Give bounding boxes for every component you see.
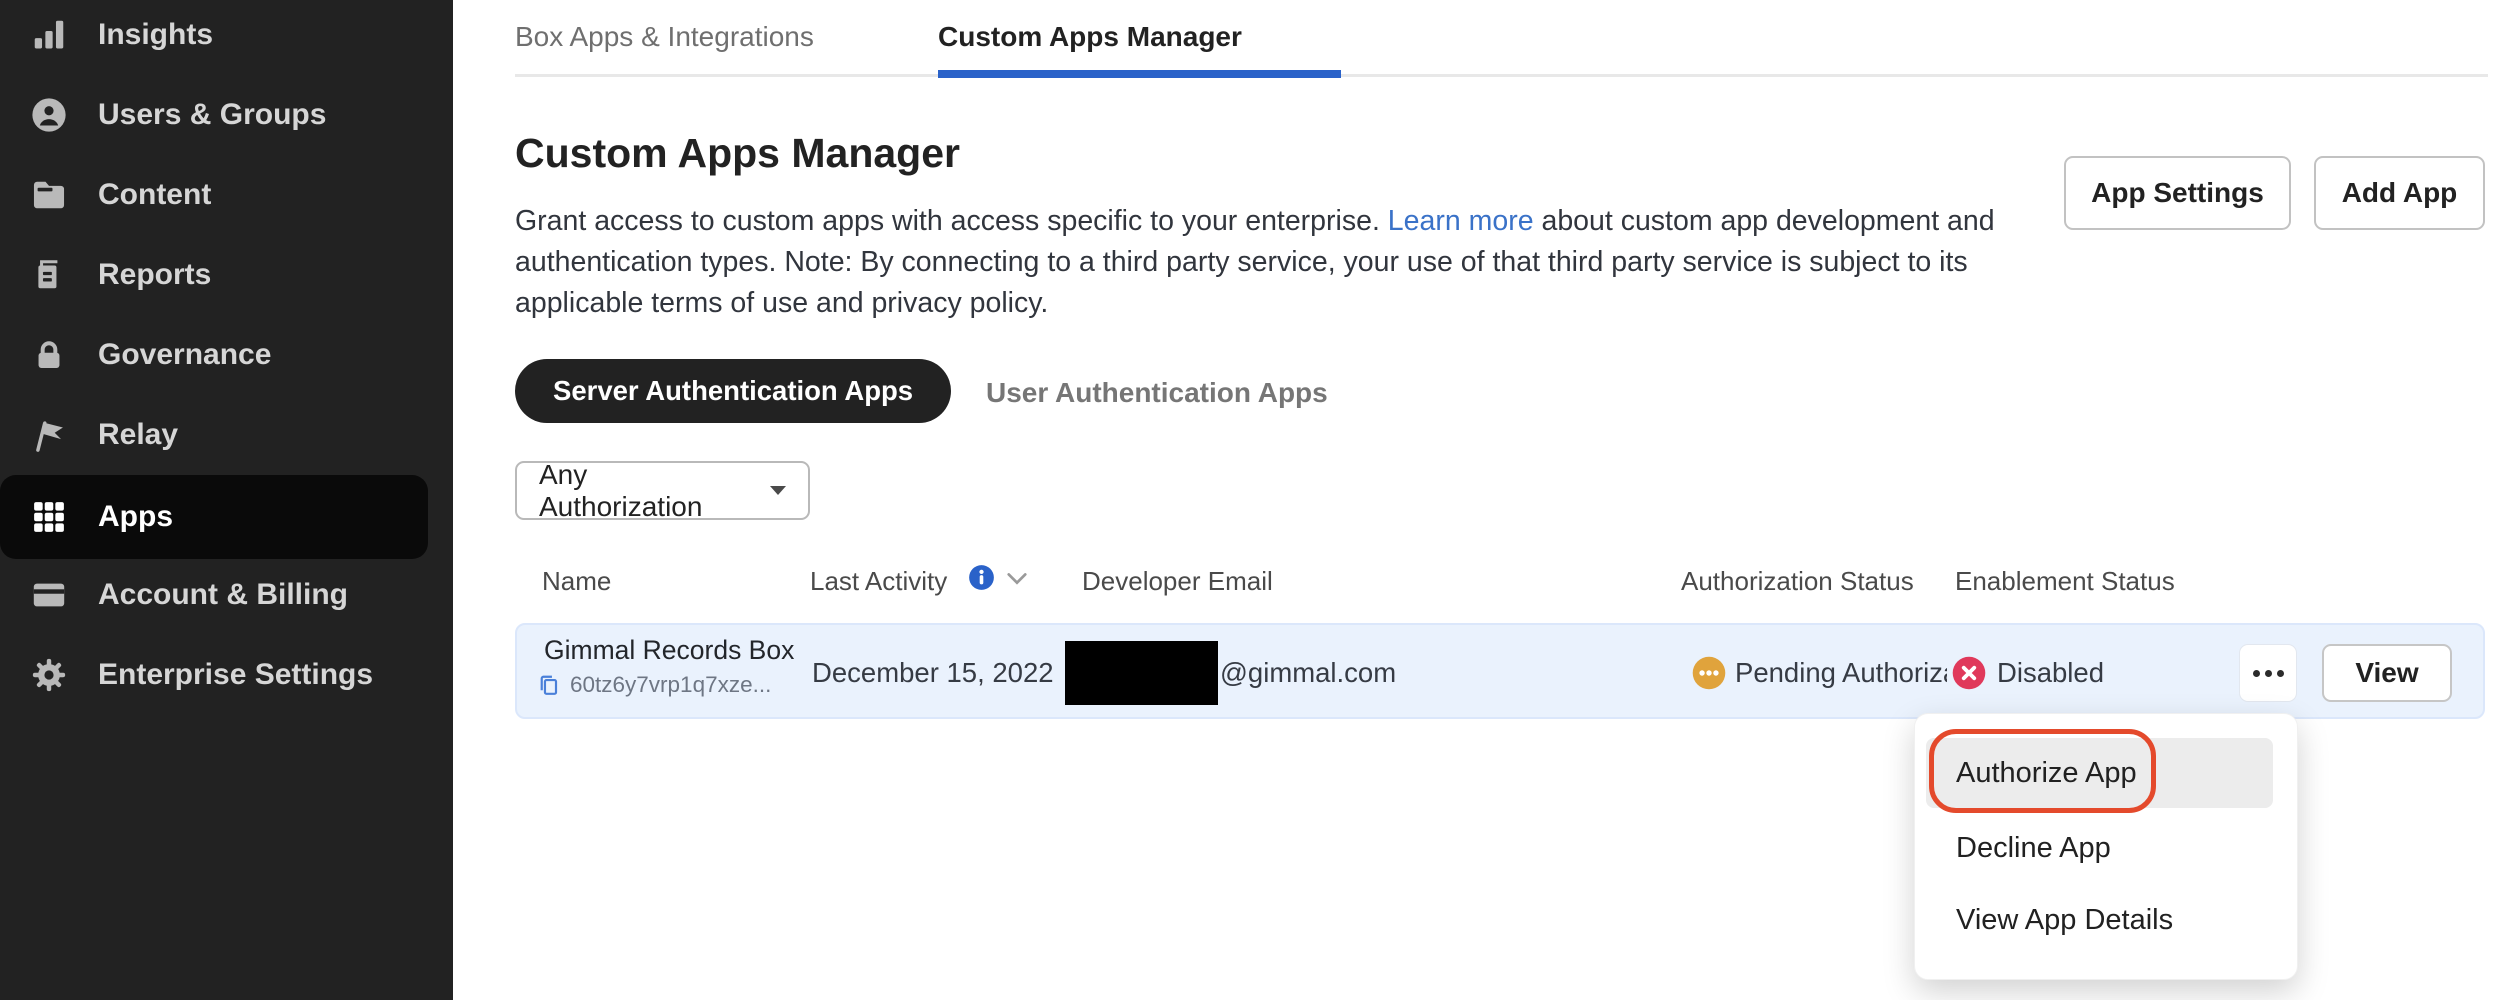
page-description: Grant access to custom apps with access … <box>515 201 1995 324</box>
column-header-name: Name <box>542 566 611 597</box>
add-app-button[interactable]: Add App <box>2314 156 2485 230</box>
active-tab-underline <box>938 70 1341 78</box>
row-actions-menu: Authorize App Decline App View App Detai… <box>1914 713 2298 980</box>
sidebar-item-label: Insights <box>98 18 213 52</box>
sidebar-item-label: Apps <box>98 500 173 534</box>
enablement-status-cell: Disabled <box>1952 625 2104 721</box>
sidebar-item-label: Account & Billing <box>98 578 348 612</box>
tabbar-divider <box>515 74 2488 77</box>
column-header-enablement-status: Enablement Status <box>1955 566 2175 597</box>
sidebar-item-insights[interactable]: Insights <box>0 0 453 75</box>
flag-icon <box>30 416 68 454</box>
row-actions-ellipsis-button[interactable] <box>2239 644 2297 702</box>
column-header-developer-email: Developer Email <box>1082 566 1273 597</box>
table-row: Gimmal Records Box 60tz6y7vrp1q7xze... D… <box>515 623 2485 719</box>
last-activity-cell: December 15, 2022 <box>812 625 1054 721</box>
bar-chart-icon <box>30 16 68 54</box>
folder-icon <box>30 176 68 214</box>
menu-item-decline-app[interactable]: Decline App <box>1956 813 2111 883</box>
gear-icon <box>30 656 68 694</box>
sidebar-item-content[interactable]: Content <box>0 155 453 235</box>
dropdown-selected-value: Any Authorization <box>539 459 752 523</box>
copy-icon[interactable] <box>536 673 561 698</box>
credit-card-icon <box>30 576 68 614</box>
sidebar-item-label: Enterprise Settings <box>98 658 373 692</box>
column-header-last-activity[interactable]: Last Activity <box>810 566 947 597</box>
lock-icon <box>30 336 68 374</box>
tab-custom-apps-manager[interactable]: Custom Apps Manager <box>938 21 1242 53</box>
redacted-email-box <box>1065 641 1218 705</box>
tab-box-apps-integrations[interactable]: Box Apps & Integrations <box>515 21 814 53</box>
sidebar-item-enterprise-settings[interactable]: Enterprise Settings <box>0 635 453 715</box>
description-text: Grant access to custom apps with access … <box>515 205 1388 237</box>
disabled-status-icon <box>1952 656 1986 690</box>
learn-more-link[interactable]: Learn more <box>1388 205 1534 237</box>
ellipsis-dot <box>2265 670 2272 677</box>
sidebar: Insights Users & Groups Content Reports <box>0 0 453 1000</box>
grid-icon <box>30 498 68 536</box>
sidebar-item-governance[interactable]: Governance <box>0 315 453 395</box>
sidebar-item-account-billing[interactable]: Account & Billing <box>0 555 453 635</box>
sidebar-item-label: Content <box>98 178 211 212</box>
menu-item-view-app-details[interactable]: View App Details <box>1956 885 2173 955</box>
enablement-status-text: Disabled <box>1997 657 2104 689</box>
authorization-status-cell: Pending Authoriza <box>1692 625 1947 721</box>
sidebar-item-label: Users & Groups <box>98 98 326 132</box>
sidebar-item-relay[interactable]: Relay <box>0 395 453 475</box>
sidebar-item-label: Governance <box>98 338 271 372</box>
admin-console: Insights Users & Groups Content Reports <box>0 0 2506 1000</box>
tab-user-authentication-apps[interactable]: User Authentication Apps <box>986 377 1328 409</box>
developer-email-cell: @gimmal.com <box>1220 625 1396 721</box>
sort-chevron-down-icon[interactable] <box>1006 572 1028 586</box>
authorization-filter-dropdown[interactable]: Any Authorization <box>515 461 810 520</box>
app-id-line: 60tz6y7vrp1q7xze... <box>536 672 771 698</box>
app-settings-button[interactable]: App Settings <box>2064 156 2291 230</box>
sidebar-item-label: Reports <box>98 258 211 292</box>
authorization-status-text: Pending Authoriza <box>1735 657 1947 689</box>
pending-status-icon <box>1692 656 1726 690</box>
users-icon <box>30 96 68 134</box>
view-button[interactable]: View <box>2322 644 2452 702</box>
sidebar-item-apps[interactable]: Apps <box>0 475 428 559</box>
ellipsis-dot <box>2277 670 2284 677</box>
app-id: 60tz6y7vrp1q7xze... <box>570 672 771 698</box>
app-name: Gimmal Records Box <box>544 635 794 666</box>
column-header-authorization-status: Authorization Status <box>1681 566 1914 597</box>
info-icon[interactable] <box>968 564 995 591</box>
report-icon <box>30 256 68 294</box>
chevron-down-icon <box>770 486 786 495</box>
sidebar-item-label: Relay <box>98 418 178 452</box>
sidebar-item-users-groups[interactable]: Users & Groups <box>0 75 453 155</box>
page-title: Custom Apps Manager <box>515 130 960 177</box>
ellipsis-dot <box>2253 670 2260 677</box>
sidebar-item-reports[interactable]: Reports <box>0 235 453 315</box>
tab-server-authentication-apps[interactable]: Server Authentication Apps <box>515 359 951 423</box>
menu-item-authorize-app[interactable]: Authorize App <box>1956 738 2137 808</box>
